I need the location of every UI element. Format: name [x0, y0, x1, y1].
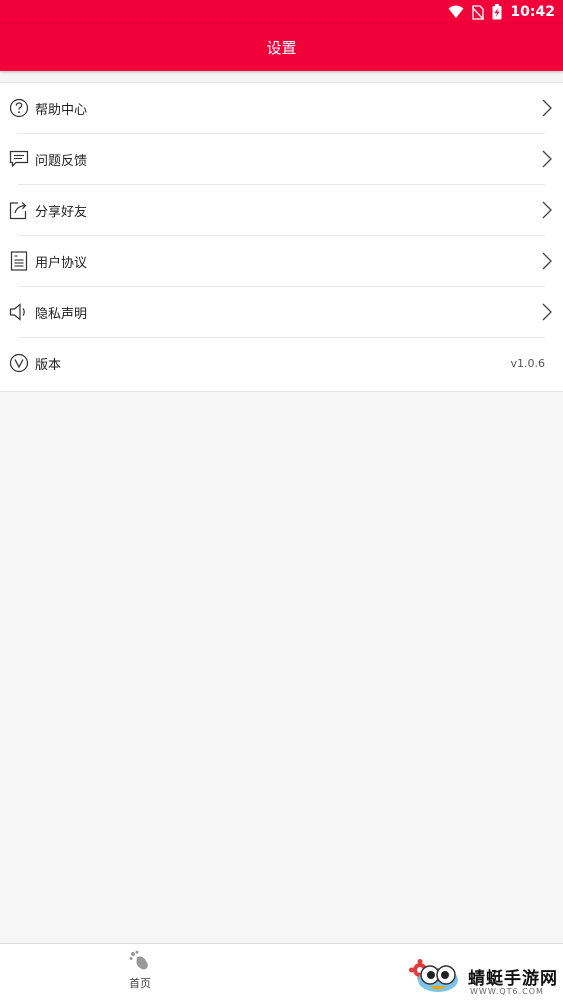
settings-item-label: 用户协议: [35, 256, 88, 271]
wifi-icon: [448, 5, 464, 19]
chevron-right-icon: [541, 302, 553, 322]
settings-item-help-center[interactable]: 帮助中心: [0, 83, 563, 134]
settings-list: 帮助中心 问题反馈 分享好友 用户协议 隐私声明 版本 v1.0.6: [0, 82, 563, 392]
settings-item-label: 分享好友: [35, 205, 88, 220]
watermark-logo: [418, 965, 458, 992]
app-bar: 设置: [0, 24, 563, 71]
home-icon: [112, 950, 168, 972]
document-icon: [9, 251, 29, 271]
settings-item-label: 问题反馈: [35, 154, 88, 169]
chevron-right-icon: [541, 200, 553, 220]
watermark-url: WWW.QT6.COM: [470, 987, 544, 996]
settings-item-version: 版本 v1.0.6: [0, 338, 563, 389]
chevron-right-icon: [541, 98, 553, 118]
tab-home-label: 首页: [129, 977, 151, 990]
settings-item-privacy[interactable]: 隐私声明: [0, 287, 563, 338]
chevron-right-icon: [541, 251, 553, 271]
status-time: 10:42: [510, 4, 555, 20]
no-sim-icon: [472, 4, 485, 20]
status-bar: 10:42: [0, 0, 563, 24]
help-circle-icon: [9, 98, 29, 118]
settings-item-label: 帮助中心: [35, 103, 88, 118]
chat-icon: [9, 149, 29, 169]
watermark: 蜻蜓手游网 WWW.QT6.COM: [410, 950, 560, 998]
version-value: v1.0.6: [510, 357, 546, 370]
watermark-text: 蜻蜓手游网: [468, 969, 558, 989]
chevron-right-icon: [541, 149, 553, 169]
version-icon: [9, 353, 29, 373]
settings-item-feedback[interactable]: 问题反馈: [0, 134, 563, 185]
speaker-icon: [9, 302, 29, 322]
share-icon: [9, 200, 29, 220]
page-title: 设置: [266, 39, 297, 57]
settings-item-user-agreement[interactable]: 用户协议: [0, 236, 563, 287]
settings-item-label: 版本: [35, 358, 62, 373]
settings-item-share[interactable]: 分享好友: [0, 185, 563, 236]
status-icons: 10:42: [448, 2, 555, 22]
settings-item-label: 隐私声明: [35, 307, 88, 322]
battery-charging-icon: [492, 4, 502, 20]
tab-home[interactable]: 首页: [112, 950, 168, 996]
